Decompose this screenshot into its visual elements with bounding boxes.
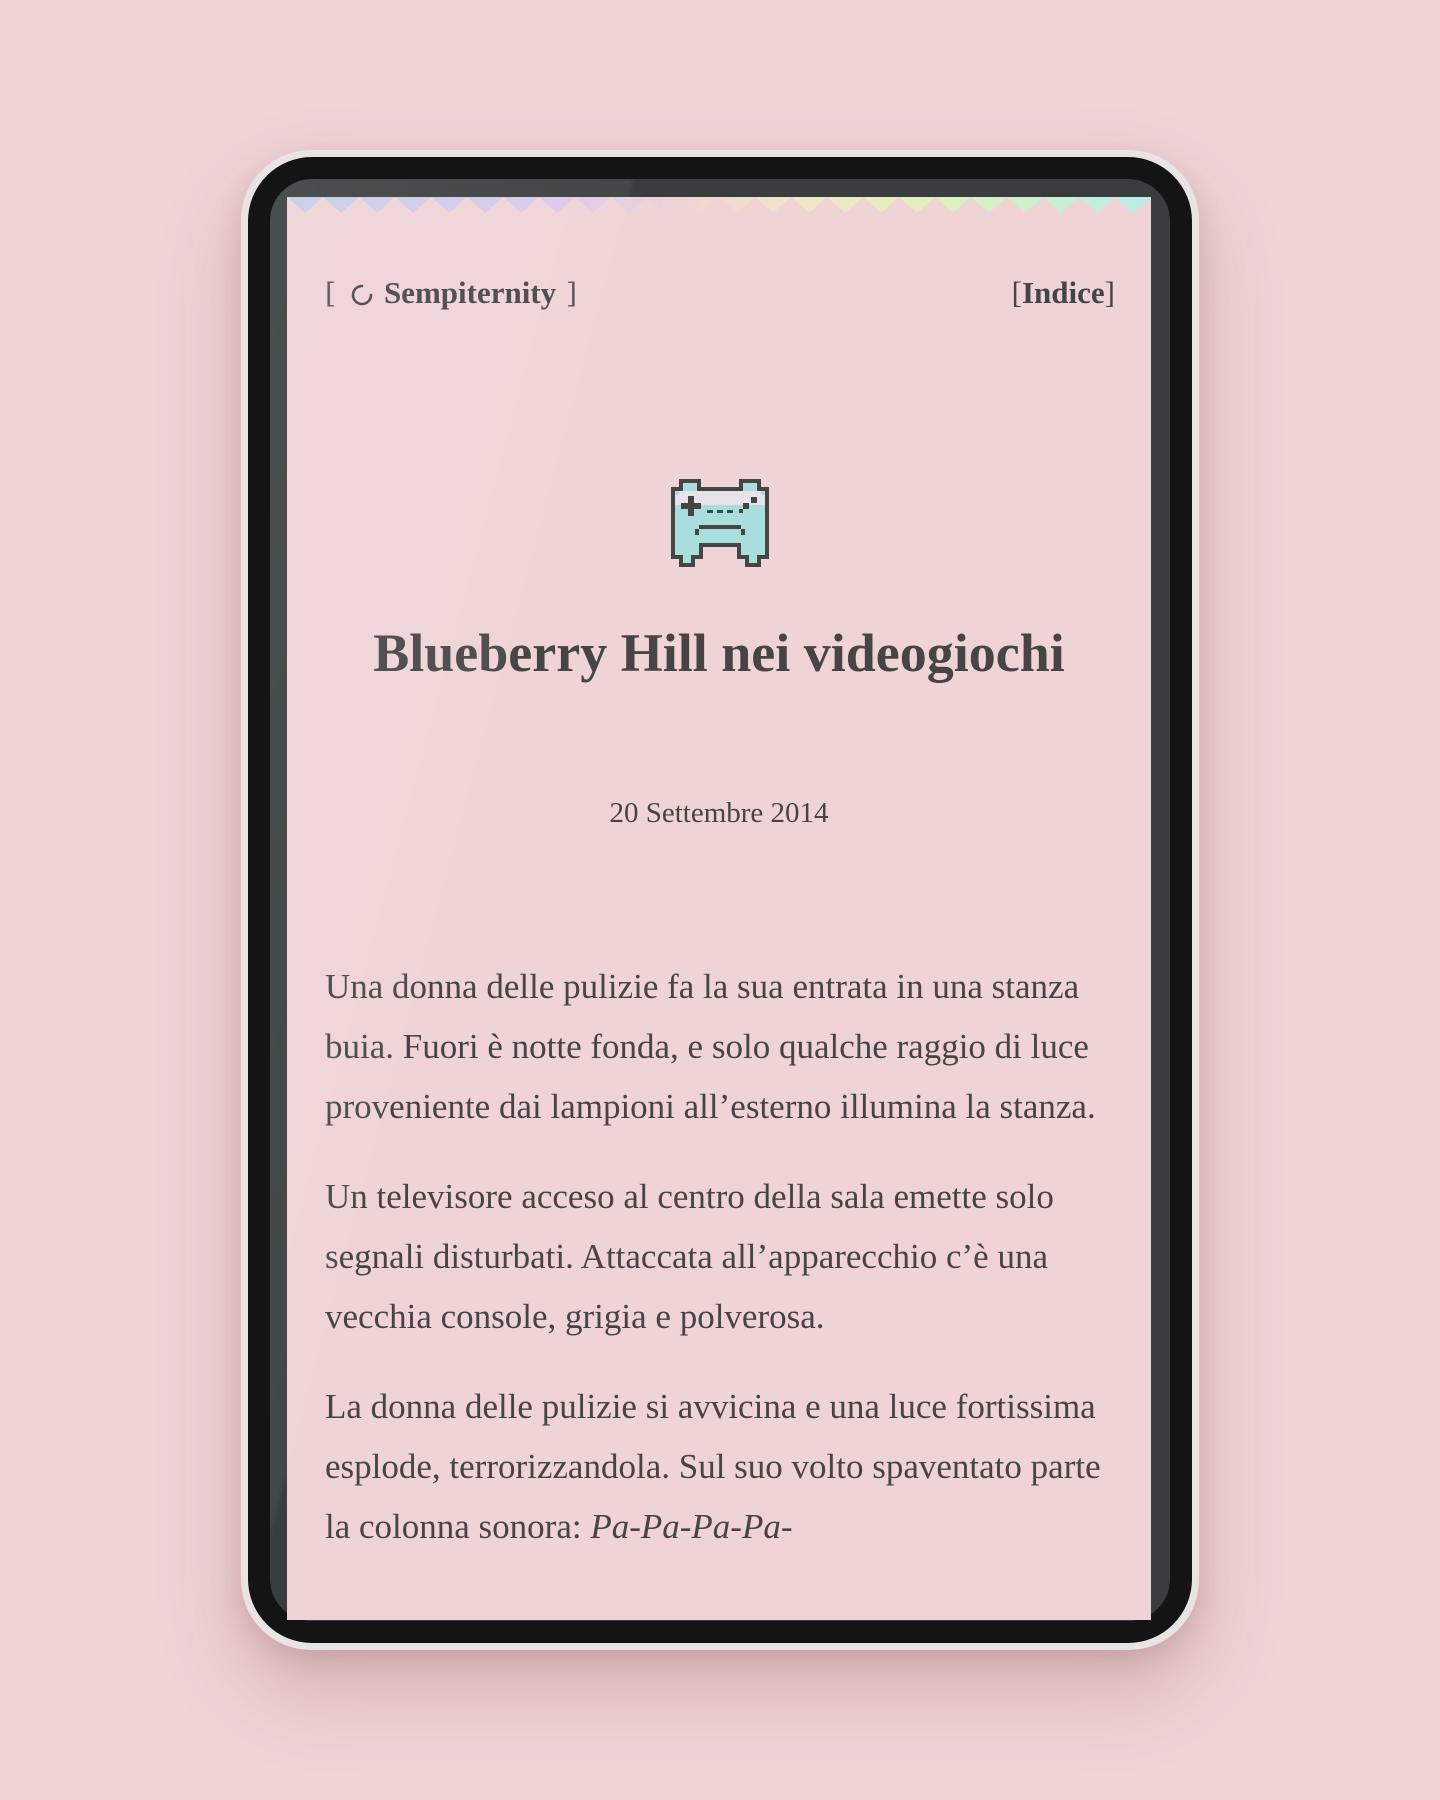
brand-bracket-open: [: [325, 276, 336, 310]
post-paragraph: La donna delle pulizie si avvicina e una…: [325, 1377, 1121, 1557]
loading-spinner-icon: [350, 281, 374, 306]
index-link-label: Indice: [1021, 275, 1105, 310]
post-paragraph: Un televisore acceso al centro della sal…: [325, 1177, 1054, 1336]
index-link[interactable]: [Indice]: [1012, 275, 1115, 311]
post-title: Blueberry Hill nei videogiochi: [373, 623, 1065, 683]
rainbow-zigzag-border: [287, 197, 1151, 213]
site-brand-link[interactable]: [ Sempiternity ]: [325, 275, 577, 311]
site-name: Sempiternity: [383, 275, 557, 310]
brand-bracket-close: ]: [566, 276, 578, 310]
post-paragraph-emphasis: Pa-Pa-Pa-Pa-: [590, 1507, 793, 1546]
gamepad-icon: [665, 475, 775, 571]
top-navigation: [ Sempiternity ] [Indice]: [325, 275, 1115, 315]
browser-viewport[interactable]: [ Sempiternity ] [Indice] Blueberry Hill…: [287, 197, 1151, 1620]
post-date: 20 Settembre 2014: [609, 797, 829, 829]
index-bracket-open: [: [1011, 275, 1022, 310]
post-body: Una donna delle pulizie fa la sua entrat…: [325, 957, 1121, 1587]
post-paragraph: Una donna delle pulizie fa la sua entrat…: [325, 967, 1096, 1126]
index-bracket-close: ]: [1104, 275, 1115, 310]
